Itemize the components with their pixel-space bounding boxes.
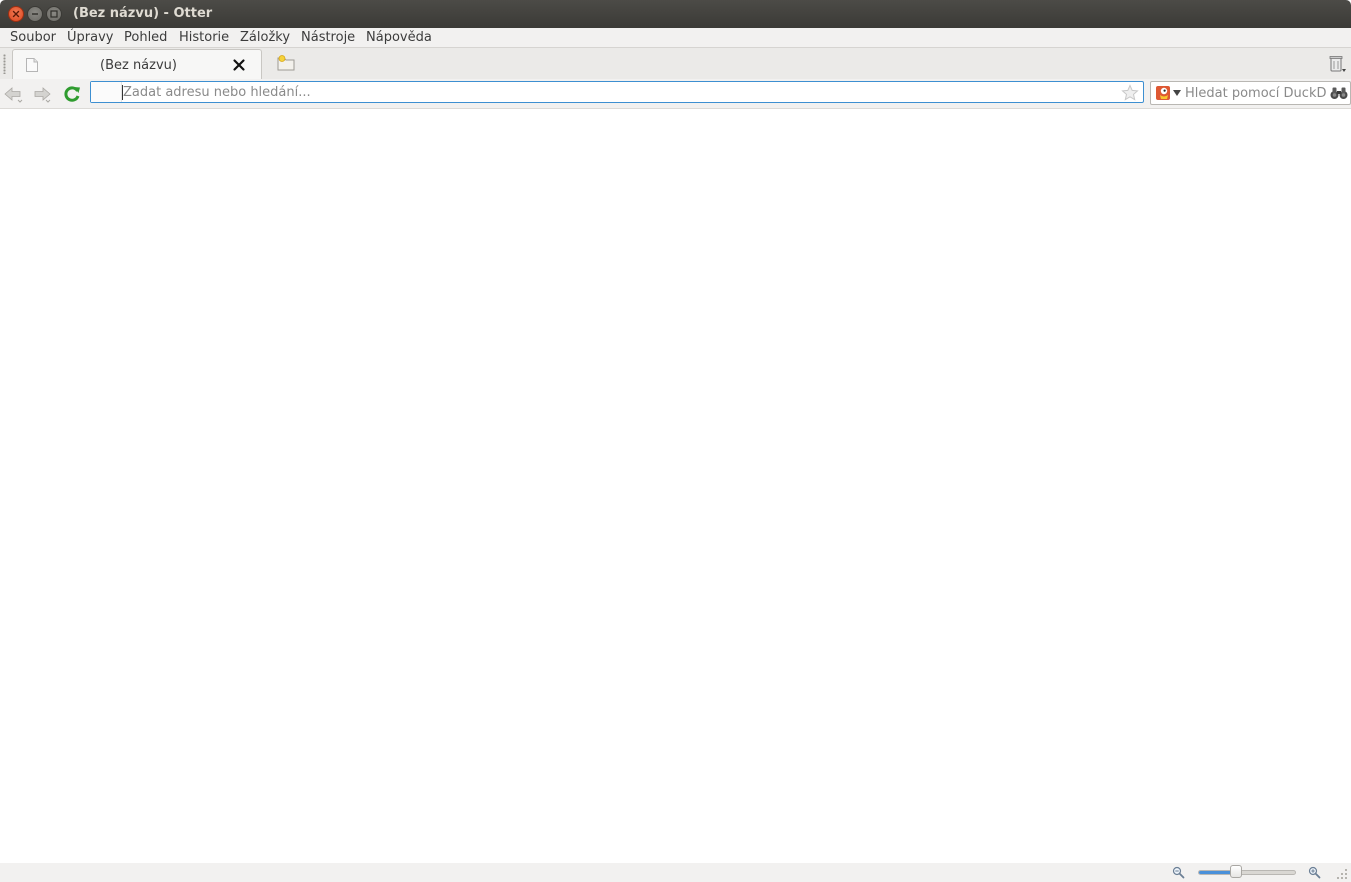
- back-arrow-icon[interactable]: [2, 83, 24, 105]
- menu-bookmarks[interactable]: Záložky: [240, 30, 290, 45]
- menu-history[interactable]: Historie: [179, 30, 229, 45]
- address-bar[interactable]: [90, 81, 1144, 103]
- search-box[interactable]: [1150, 81, 1351, 105]
- page-content[interactable]: [0, 109, 1351, 863]
- tab-title: (Bez názvu): [100, 58, 177, 73]
- toolbar-grip[interactable]: [3, 54, 6, 74]
- close-icon: [12, 10, 20, 18]
- window-close-button[interactable]: [8, 6, 24, 22]
- browser-window: (Bez názvu) - Otter Soubor Úpravy Pohled…: [0, 0, 1351, 882]
- trash-icon[interactable]: [1327, 54, 1347, 74]
- site-identity-icon[interactable]: [91, 82, 122, 102]
- minimize-icon: [32, 13, 38, 15]
- new-tab-icon[interactable]: [276, 54, 296, 72]
- menu-help[interactable]: Nápověda: [366, 30, 432, 45]
- text-caret: [122, 85, 123, 100]
- menu-tools[interactable]: Nástroje: [301, 30, 355, 45]
- binoculars-icon[interactable]: [1330, 86, 1348, 100]
- duckduckgo-icon: [1156, 86, 1170, 100]
- maximize-icon: [50, 10, 58, 18]
- star-icon[interactable]: [1120, 83, 1140, 103]
- zoom-slider-track[interactable]: [1198, 870, 1296, 875]
- menu-edit[interactable]: Úpravy: [67, 30, 113, 45]
- status-bar: [0, 863, 1351, 882]
- address-input[interactable]: [123, 82, 1113, 102]
- zoom-in-icon[interactable]: [1308, 866, 1321, 879]
- search-input[interactable]: [1185, 83, 1327, 103]
- tab-close-icon[interactable]: [232, 58, 246, 72]
- window-minimize-button[interactable]: [27, 6, 43, 22]
- tab-untitled[interactable]: (Bez názvu): [12, 49, 262, 80]
- navigation-toolbar: [0, 79, 1351, 109]
- menu-view[interactable]: Pohled: [124, 30, 167, 45]
- title-bar: (Bez názvu) - Otter: [0, 0, 1351, 28]
- reload-icon[interactable]: [61, 83, 83, 105]
- chevron-down-icon[interactable]: [1173, 90, 1181, 96]
- zoom-slider-handle[interactable]: [1230, 865, 1243, 878]
- zoom-out-icon[interactable]: [1172, 866, 1185, 879]
- page-icon: [26, 58, 38, 72]
- tab-bar: (Bez názvu): [0, 47, 1351, 80]
- window-title: (Bez názvu) - Otter: [73, 6, 213, 21]
- forward-arrow-icon[interactable]: [31, 83, 53, 105]
- menu-file[interactable]: Soubor: [10, 30, 56, 45]
- window-maximize-button[interactable]: [46, 6, 62, 22]
- menu-bar: Soubor Úpravy Pohled Historie Záložky Ná…: [0, 28, 1351, 47]
- resize-grip-icon[interactable]: [1336, 868, 1348, 880]
